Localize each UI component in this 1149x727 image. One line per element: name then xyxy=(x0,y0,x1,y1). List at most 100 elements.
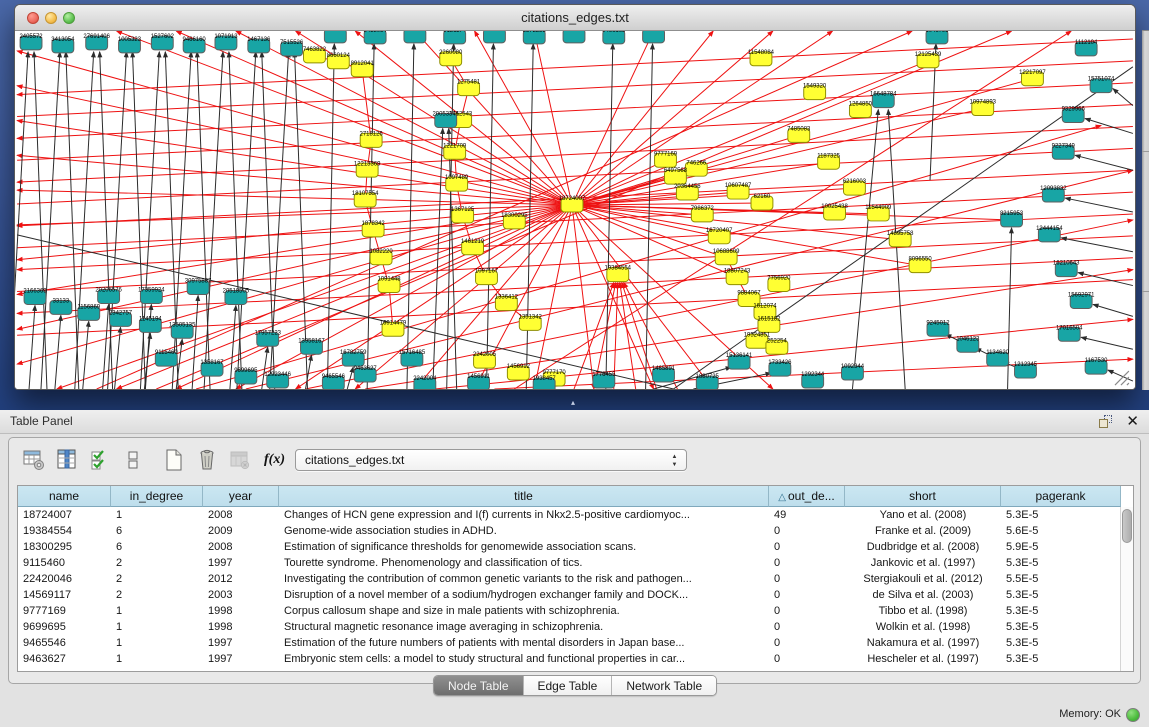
table-cell[interactable]: 1997 xyxy=(203,651,279,667)
graph-node[interactable]: 2405572 xyxy=(19,34,43,50)
graph-node[interactable]: 6497568 xyxy=(664,168,688,184)
graph-edge[interactable] xyxy=(362,70,371,141)
table-cell[interactable]: 1 xyxy=(111,651,203,667)
graph-node[interactable]: 10025438 xyxy=(821,204,848,220)
table-cell[interactable]: Franke et al. (2009) xyxy=(845,523,1001,539)
table-cell[interactable]: 9699695 xyxy=(18,619,111,635)
graph-node[interactable]: 9121174 xyxy=(443,31,466,44)
table-cell[interactable]: de Silva et al. (2003) xyxy=(845,587,1001,603)
graph-node[interactable]: 13505135 xyxy=(169,322,196,338)
graph-node[interactable]: 1112104 xyxy=(1075,40,1098,56)
graph-edge[interactable] xyxy=(347,367,353,389)
table-cell[interactable]: 2 xyxy=(111,587,203,603)
table-cell[interactable]: 0 xyxy=(769,635,845,651)
graph-node[interactable]: 9466160 xyxy=(183,37,207,53)
graph-node[interactable]: 17016504 xyxy=(1056,325,1083,341)
graph-node[interactable]: 20364456 xyxy=(674,184,701,200)
graph-edge[interactable] xyxy=(17,258,1133,314)
graph-node[interactable]: 5572230 xyxy=(324,31,348,43)
graph-node[interactable]: 12923446 xyxy=(264,372,291,388)
graph-edge[interactable] xyxy=(1078,273,1133,286)
graph-edge[interactable] xyxy=(17,214,1133,270)
graph-node[interactable]: 9466163 xyxy=(602,31,626,44)
graph-node[interactable]: 1097489 xyxy=(445,175,469,191)
graph-node[interactable]: 2242005 xyxy=(473,352,497,368)
graph-node[interactable]: 8660124 xyxy=(327,53,351,69)
graph-edge[interactable] xyxy=(1093,304,1133,316)
graph-edge[interactable] xyxy=(17,83,1133,139)
graph-node[interactable]: 2342757 xyxy=(109,310,133,326)
graph-node[interactable]: 10607487 xyxy=(725,183,752,199)
graph-edge[interactable] xyxy=(407,44,414,389)
column-header-out-de-[interactable]: △out_de... xyxy=(769,486,845,507)
graph-node[interactable]: 1292344 xyxy=(801,372,825,388)
table-cell[interactable]: 5.3E-5 xyxy=(1001,587,1121,603)
table-cell[interactable]: Investigating the contribution of common… xyxy=(279,571,769,587)
table-cell[interactable]: 0 xyxy=(769,555,845,571)
select-all-button[interactable] xyxy=(87,447,113,473)
table-cell[interactable]: 9465546 xyxy=(18,635,111,651)
table-row[interactable]: 969969511998Structural magnetic resonanc… xyxy=(18,619,1133,635)
graph-node[interactable]: 12217097 xyxy=(1019,70,1046,86)
graph-node[interactable]: 12213369 xyxy=(354,161,381,177)
graph-node[interactable]: 1156869 xyxy=(77,304,100,320)
table-cell[interactable]: 5.3E-5 xyxy=(1001,619,1121,635)
table-cell[interactable]: 5.3E-5 xyxy=(1001,635,1121,651)
table-selector-dropdown[interactable]: citations_edges.txt ▲▼ xyxy=(295,449,687,471)
graph-node[interactable]: 8912041 xyxy=(351,61,375,77)
float-panel-icon[interactable] xyxy=(1099,415,1113,429)
column-header-in-degree[interactable]: in_degree xyxy=(111,486,203,507)
graph-edge[interactable] xyxy=(620,283,636,389)
graph-edge[interactable] xyxy=(572,31,713,205)
graph-node[interactable]: 1615182 xyxy=(757,316,781,332)
table-cell[interactable]: Hescheler et al. (1997) xyxy=(845,651,1001,667)
table-cell[interactable]: 6 xyxy=(111,539,203,555)
graph-node[interactable]: 16782759 xyxy=(340,350,367,366)
graph-edge[interactable] xyxy=(204,52,223,389)
graph-node[interactable]: 1071934 xyxy=(642,31,666,43)
graph-node[interactable]: 1212345 xyxy=(1014,362,1038,378)
graph-edge[interactable] xyxy=(237,52,256,389)
graph-node[interactable]: 62160 xyxy=(751,194,773,210)
graph-node[interactable]: 1733426 xyxy=(768,360,792,376)
table-cell[interactable]: 2 xyxy=(111,571,203,587)
table-cell[interactable]: 5.6E-5 xyxy=(1001,523,1121,539)
table-cell[interactable]: Estimation of significance thresholds fo… xyxy=(279,539,769,555)
unselect-all-button[interactable] xyxy=(120,447,146,473)
graph-node[interactable]: 19384554 xyxy=(605,266,632,282)
graph-node[interactable]: 1046795 xyxy=(925,31,949,44)
delete-table-button[interactable] xyxy=(194,447,220,473)
graph-edge[interactable] xyxy=(572,109,983,205)
graph-node[interactable]: 20518505 xyxy=(223,289,250,305)
graph-edge[interactable] xyxy=(17,61,1133,117)
graph-edge[interactable] xyxy=(622,283,657,389)
graph-node[interactable]: 14895758 xyxy=(887,231,914,247)
table-cell[interactable]: 18300295 xyxy=(18,539,111,555)
graph-node[interactable]: 18807243 xyxy=(724,269,751,285)
table-cell[interactable]: 5.5E-5 xyxy=(1001,571,1121,587)
column-header-pagerank[interactable]: pagerank xyxy=(1001,486,1121,507)
table-cell[interactable]: 1997 xyxy=(203,635,279,651)
graph-node[interactable]: 16720407 xyxy=(706,228,733,244)
table-cell[interactable]: 14569117 xyxy=(18,587,111,603)
table-cell[interactable]: 5.9E-5 xyxy=(1001,539,1121,555)
table-cell[interactable]: Corpus callosum shape and size in male p… xyxy=(279,603,769,619)
tab-node-table[interactable]: Node Table xyxy=(434,676,524,695)
table-cell[interactable]: Disruption of a novel member of a sodium… xyxy=(279,587,769,603)
graph-node[interactable]: 18107554 xyxy=(352,191,379,207)
graph-node[interactable]: 252254 xyxy=(766,338,788,354)
graph-node[interactable]: 1456911 xyxy=(467,374,490,389)
graph-node[interactable]: 17957223 xyxy=(254,330,281,346)
graph-node[interactable]: 1046123 xyxy=(956,336,980,352)
table-cell[interactable]: 1 xyxy=(111,635,203,651)
table-row[interactable]: 911546021997Tourette syndrome. Phenomeno… xyxy=(18,555,1133,571)
table-cell[interactable]: Tourette syndrome. Phenomenology and cla… xyxy=(279,555,769,571)
column-header-year[interactable]: year xyxy=(203,486,279,507)
graph-node[interactable]: 1938457 xyxy=(533,376,557,389)
graph-edge[interactable] xyxy=(66,52,79,389)
graph-node[interactable]: 1005323 xyxy=(118,37,142,53)
table-settings-button[interactable] xyxy=(21,447,47,473)
graph-node[interactable]: 7756920 xyxy=(767,276,791,292)
function-builder-button[interactable]: f(x) xyxy=(264,452,285,468)
table-cell[interactable]: 5.3E-5 xyxy=(1001,507,1121,523)
